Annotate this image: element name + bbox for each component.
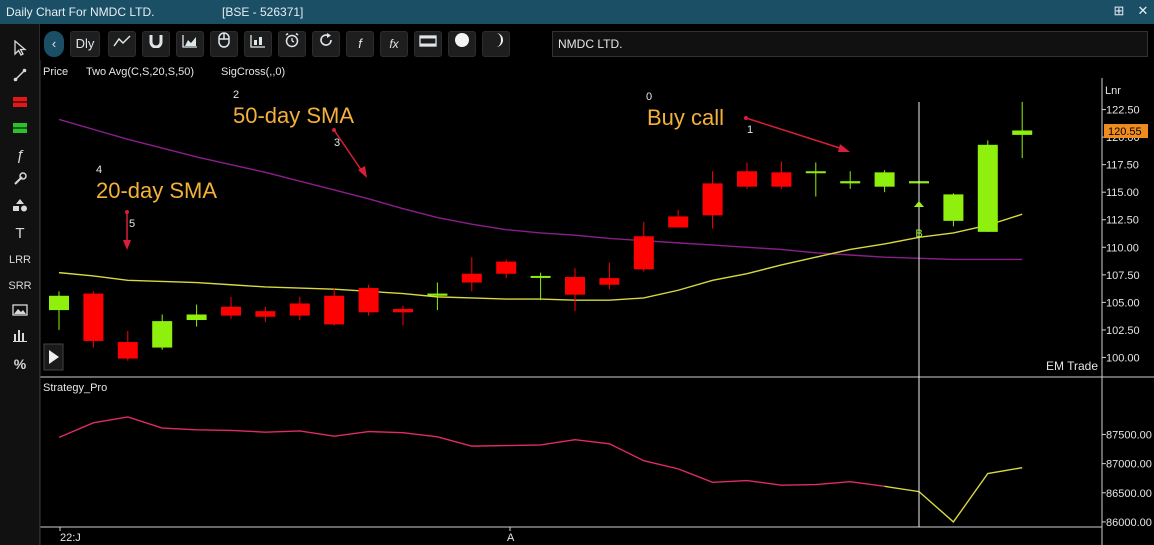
symbol-field[interactable]: NMDC LTD. [552, 31, 1148, 57]
percent-icon[interactable]: % [0, 352, 40, 376]
price-tick-label: 102.50 [1106, 325, 1140, 337]
candle[interactable] [358, 284, 379, 316]
annotation-5-number: 5 [129, 218, 135, 230]
magnet-icon[interactable] [142, 31, 170, 57]
annotation-0-number: 0 [646, 91, 652, 103]
srr-icon[interactable]: SRR [0, 274, 40, 298]
title-bar: Daily Chart For NMDC LTD. [BSE - 526371]… [0, 0, 1154, 24]
scale-label: Lnr [1105, 85, 1121, 97]
annotation-2-number: 2 [233, 89, 239, 101]
refresh-icon[interactable] [312, 31, 340, 57]
function-icon[interactable]: ƒ [0, 144, 40, 168]
price-tick-label: 122.50 [1106, 105, 1140, 117]
strategy-tick-label: 86500.00 [1106, 488, 1152, 500]
price-tick-label: 110.00 [1106, 242, 1139, 254]
annotation-1-number: 1 [747, 124, 753, 136]
two-avg-label: Two Avg(C,S,20,S,50) [86, 66, 194, 78]
period-button[interactable]: Dly [70, 31, 100, 57]
lrr-icon[interactable]: LRR [0, 248, 40, 272]
date-label-start: 22:J [60, 532, 81, 544]
shapes-icon[interactable] [0, 196, 40, 220]
green-block-icon[interactable] [0, 118, 40, 142]
buy-call-text: Buy call [647, 105, 724, 130]
back-icon[interactable]: ‹ [44, 31, 64, 57]
bar-chart-icon[interactable] [0, 326, 40, 350]
text-icon[interactable]: T [0, 222, 40, 246]
red-block-icon[interactable] [0, 92, 40, 116]
strategy-tick-label: 87500.00 [1106, 429, 1152, 441]
window-title: Daily Chart For NMDC LTD. [6, 5, 155, 19]
chart-toolbar: ‹ Dly f fx NMDC LTD. [40, 28, 1154, 60]
candle[interactable] [83, 291, 104, 348]
strategy-tick-label: 86000.00 [1106, 517, 1152, 529]
price-label: Price [43, 66, 68, 78]
drawing-toolbar: ƒ T LRR SRR % [0, 24, 40, 545]
sma20-annotation-text: 20-day SMA [96, 178, 217, 203]
candle[interactable] [977, 140, 998, 232]
exchange-code: [BSE - 526371] [222, 5, 304, 19]
last-price-tag: 120.55 [1104, 124, 1148, 139]
annotation-4-number: 4 [96, 164, 102, 176]
wrench-icon[interactable] [0, 170, 40, 194]
mouse-icon[interactable] [210, 31, 238, 57]
strategy-tick-label: 87000.00 [1106, 459, 1152, 471]
price-tick-label: 112.50 [1106, 215, 1139, 227]
price-tick-label: 117.50 [1106, 160, 1139, 172]
brand-label: EM Trade [1046, 359, 1098, 373]
film-icon[interactable] [414, 31, 442, 57]
f-icon[interactable]: f [346, 31, 374, 57]
buy-marker-label: B [915, 228, 922, 240]
cursor-icon[interactable] [0, 39, 40, 64]
date-label-mid: A [507, 532, 515, 544]
moon-icon[interactable] [482, 31, 510, 57]
image-icon[interactable] [0, 300, 40, 324]
strategy-label: Strategy_Pro [43, 382, 107, 394]
line-icon[interactable] [108, 31, 136, 57]
play-button[interactable] [43, 343, 64, 371]
area-icon[interactable] [176, 31, 204, 57]
alarm-icon[interactable] [278, 31, 306, 57]
circle-icon[interactable] [448, 31, 476, 57]
price-tick-label: 105.00 [1106, 297, 1140, 309]
price-tick-label: 107.50 [1106, 270, 1140, 282]
bars-icon[interactable] [244, 31, 272, 57]
price-tick-label: 100.00 [1106, 352, 1140, 364]
fx-icon[interactable]: fx [380, 31, 408, 57]
price-tick-label: 115.00 [1106, 187, 1139, 199]
last-price-value: 120.55 [1108, 126, 1142, 138]
sma50-annotation-text: 50-day SMA [233, 103, 354, 128]
pin-icon[interactable]: ⊞ [1110, 2, 1128, 20]
trendline-icon[interactable] [0, 66, 40, 90]
chart-area[interactable]: Price Two Avg(C,S,20,S,50) SigCross(,,0)… [40, 60, 1154, 545]
close-icon[interactable]: ✕ [1134, 2, 1152, 20]
sigcross-label: SigCross(,,0) [221, 66, 285, 78]
